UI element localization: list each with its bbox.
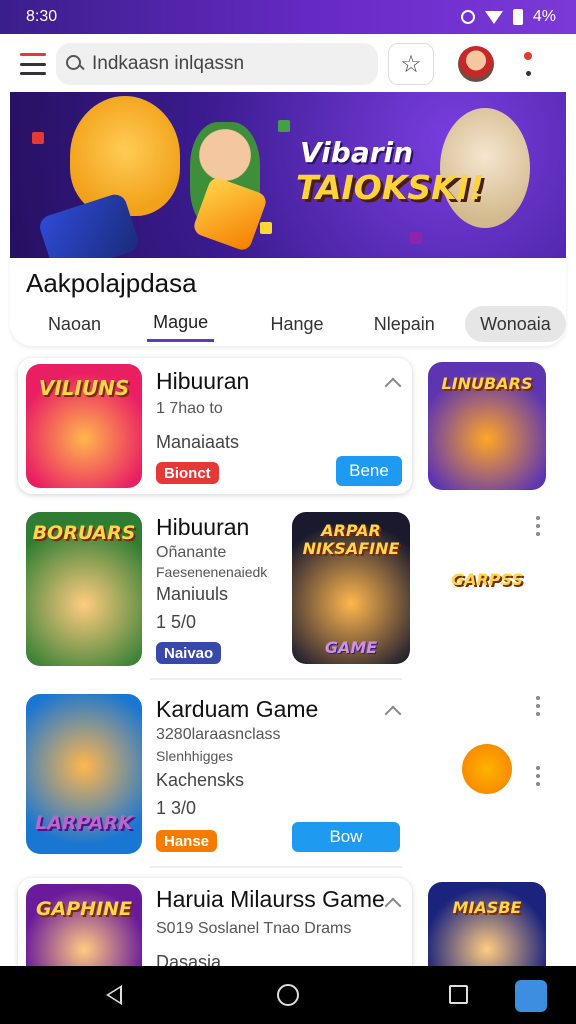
more-options-icon[interactable] xyxy=(535,766,541,786)
thumbnail-label: VILIUNS xyxy=(38,376,130,400)
gamepad-image xyxy=(36,191,142,258)
game-category: Kachensks xyxy=(156,770,245,790)
poster-title: ARPAR NIKSAFINE xyxy=(302,521,400,558)
side-game-thumbnail[interactable]: LINUBARS xyxy=(428,362,546,490)
category-header: Aakpolajpdasa Naoan Mague Hange Nlepain … xyxy=(10,258,567,346)
game-rating: 1 3/0 xyxy=(156,798,197,818)
gem-decoration xyxy=(410,232,422,244)
more-options-icon[interactable] xyxy=(522,52,534,76)
star-icon: ☆ xyxy=(400,50,422,78)
thumbnail-label: LARPARK xyxy=(35,812,133,834)
poster-subtitle: GAME xyxy=(324,638,378,657)
side-thumbnail-label: LINUBARS xyxy=(441,374,533,393)
recent-apps-icon[interactable] xyxy=(449,985,468,1004)
game-action-button[interactable]: Bow xyxy=(292,822,400,852)
category-tabs: Naoan Mague Hange Nlepain Wonoaia xyxy=(10,306,567,342)
tab-0[interactable]: Naoan xyxy=(10,306,139,342)
more-options-icon[interactable] xyxy=(535,696,541,716)
game-subtitle: S019 Soslanel Tnao Drams xyxy=(156,920,352,937)
game-thumbnail[interactable]: VILIUNS xyxy=(26,364,142,488)
chevron-up-icon[interactable] xyxy=(384,705,402,723)
status-bar: 8:30 4% xyxy=(0,0,576,34)
game-thumbnail[interactable]: LARPARK xyxy=(26,694,142,854)
game-thumbnail[interactable]: GAPHINE xyxy=(26,884,142,966)
game-title: Hibuuran xyxy=(156,514,250,540)
sun-icon[interactable] xyxy=(462,744,512,794)
thumbnail-label: GAPHINE xyxy=(35,898,133,920)
game-developer: Slenhhigges xyxy=(156,748,234,764)
back-icon[interactable] xyxy=(106,985,122,1005)
tab-2[interactable]: Hange xyxy=(252,306,341,342)
alarm-icon xyxy=(460,10,475,24)
status-badge: Bionct xyxy=(156,462,219,484)
game-action-button[interactable]: Bene xyxy=(336,456,402,486)
game-title: Karduam Game xyxy=(156,696,319,722)
side-thumbnail-label: MIASBE xyxy=(452,898,522,917)
game-subtitle: 3280laraasnclass xyxy=(156,726,281,743)
game-rating: 1 5/0 xyxy=(156,612,197,632)
side-game-thumbnail[interactable]: MIASBE xyxy=(428,882,546,966)
status-time: 8:30 xyxy=(26,8,58,25)
status-icons: 4% xyxy=(460,8,556,26)
tab-3[interactable]: Nlepain xyxy=(360,306,449,342)
gem-decoration xyxy=(278,120,290,132)
hero-subtitle: TAIOKSKI! xyxy=(296,168,485,207)
chevron-up-icon[interactable] xyxy=(384,377,402,395)
game-title: Haruia Milaurss Game xyxy=(156,886,385,912)
battery-icon xyxy=(512,9,523,25)
chevron-up-icon[interactable] xyxy=(384,897,402,915)
game-title: Hibuuran xyxy=(156,368,250,394)
app-shortcut-icon[interactable] xyxy=(515,980,547,1012)
game-card[interactable]: VILIUNS Hibuuran 1 7hao to Manaiaats Bio… xyxy=(18,358,412,494)
top-app-bar: Indkaasn inlqassn ☆ xyxy=(10,36,566,92)
game-card[interactable]: GAPHINE Haruia Milaurss Game S019 Soslan… xyxy=(18,878,412,972)
fox-character-image xyxy=(70,96,180,216)
game-thumbnail[interactable]: BORUARS xyxy=(26,512,142,666)
divider xyxy=(150,678,402,680)
game-card[interactable]: LARPARK Karduam Game 3280laraasnclass Sl… xyxy=(18,690,412,858)
status-badge: Hanse xyxy=(156,830,218,852)
game-category: Manaiaats xyxy=(156,432,240,452)
avatar[interactable] xyxy=(458,46,494,82)
game-developer: Faesenenenaiedk xyxy=(156,564,268,580)
side-game-label[interactable]: GARPSS xyxy=(438,570,536,589)
section-title: Aakpolajpdasa xyxy=(26,268,197,298)
wifi-icon xyxy=(484,10,503,24)
status-badge: Naivao xyxy=(156,642,222,664)
hero-banner[interactable]: Vibarin TAIOKSKI! xyxy=(10,92,566,258)
search-icon xyxy=(66,55,84,73)
hero-title: Vibarin xyxy=(300,136,414,169)
gem-decoration xyxy=(260,222,272,234)
featured-game-poster[interactable]: ARPAR NIKSAFINE GAME xyxy=(292,512,410,664)
more-options-icon[interactable] xyxy=(535,516,541,536)
tab-1[interactable]: Mague xyxy=(146,306,215,342)
search-placeholder: Indkaasn inlqassn xyxy=(92,53,245,74)
battery-level: 4% xyxy=(532,8,556,25)
menu-icon[interactable] xyxy=(20,53,46,75)
game-category: Maniuuls xyxy=(156,584,229,604)
game-subtitle: 1 7hao to xyxy=(156,400,223,417)
favorites-button[interactable]: ☆ xyxy=(388,43,434,85)
search-input[interactable]: Indkaasn inlqassn xyxy=(56,43,378,85)
tab-4[interactable]: Wonoaia xyxy=(464,306,567,342)
thumbnail-label: BORUARS xyxy=(32,522,136,544)
game-subtitle: Oñanante xyxy=(156,544,227,561)
divider xyxy=(150,866,402,868)
home-icon[interactable] xyxy=(277,984,299,1006)
system-navigation-bar xyxy=(0,966,576,1024)
gem-decoration xyxy=(32,132,44,144)
